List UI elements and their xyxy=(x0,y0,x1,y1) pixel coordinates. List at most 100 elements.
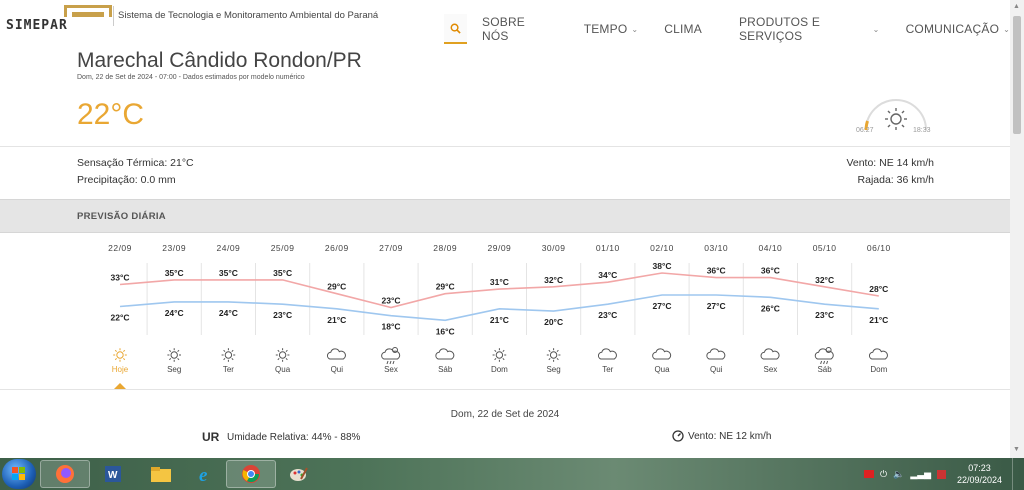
taskbar-ie[interactable]: e xyxy=(182,460,232,488)
flag-icon[interactable] xyxy=(864,470,874,478)
network-device-icon[interactable]: ⏻ xyxy=(880,469,887,480)
max-temp-label: 23°C xyxy=(382,296,401,306)
humidity-text: Umidade Relativa: 44% - 88% xyxy=(227,432,361,443)
max-temp-label: 32°C xyxy=(815,275,834,285)
show-desktop-button[interactable] xyxy=(1012,458,1024,490)
nav-tempo[interactable]: TEMPO ⌄ xyxy=(584,22,639,36)
tagline: Sistema de Tecnologia e Monitoramento Am… xyxy=(118,10,379,21)
scroll-down-icon[interactable]: ▼ xyxy=(1013,446,1020,453)
observation-subtitle: Dom, 22 de Set de 2024 - 07:00 - Dados e… xyxy=(77,74,305,81)
logo-separator xyxy=(113,6,114,26)
forecast-date: 05/10 xyxy=(813,243,837,253)
min-temp-label: 27°C xyxy=(653,301,672,311)
forecast-weekday: Seg xyxy=(167,365,181,374)
cloud-icon xyxy=(706,348,726,360)
precipitation: Precipitação: 0.0 mm xyxy=(77,174,176,186)
min-temp-label: 23°C xyxy=(273,310,292,320)
forecast-date: 30/09 xyxy=(542,243,566,253)
action-center-icon[interactable] xyxy=(937,469,947,479)
scroll-up-icon[interactable]: ▲ xyxy=(1013,3,1020,10)
min-temp-label: 20°C xyxy=(544,317,563,327)
wind: Vento: NE 14 km/h xyxy=(846,157,934,169)
forecast-weekday: Dom xyxy=(870,365,887,374)
nav-produtos-servicos[interactable]: PRODUTOS E SERVIÇOS ⌄ xyxy=(739,15,880,43)
taskbar-paint[interactable] xyxy=(274,460,324,488)
forecast-date: 29/09 xyxy=(488,243,512,253)
min-temp-label: 24°C xyxy=(219,308,238,318)
cloud-icon xyxy=(652,348,672,360)
forecast-weekday: Qui xyxy=(710,365,723,374)
forecast-title: PREVISÃO DIÁRIA xyxy=(77,211,166,222)
signal-icon[interactable]: ▂▃▅ xyxy=(910,469,931,480)
taskbar-firefox[interactable] xyxy=(40,460,90,488)
cloud-icon xyxy=(597,348,617,360)
humidity-label: UR xyxy=(202,430,220,444)
volume-icon[interactable]: 🔈 xyxy=(893,469,904,480)
forecast-date: 25/09 xyxy=(271,243,295,253)
max-temp-label: 29°C xyxy=(436,282,455,292)
max-temp-label: 31°C xyxy=(490,277,509,287)
sun-icon xyxy=(221,348,236,362)
nav-clima[interactable]: CLIMA xyxy=(664,22,702,36)
forecast-weekday: Sex xyxy=(384,365,398,374)
max-temp-label: 29°C xyxy=(327,282,346,292)
paint-icon xyxy=(290,467,308,481)
forecast-date: 02/10 xyxy=(650,243,674,253)
conditions-right: Vento: NE 14 km/h Rajada: 36 km/h xyxy=(846,155,934,189)
sun-path-widget: 06:27 18:33 xyxy=(856,94,936,136)
forecast-date: 06/10 xyxy=(867,243,891,253)
scroll-thumb[interactable] xyxy=(1013,16,1021,134)
divider xyxy=(0,146,1010,147)
nav-sobre-nos[interactable]: SOBRE NÓS xyxy=(482,15,547,43)
forecast-date: 04/10 xyxy=(759,243,783,253)
cloud-icon xyxy=(435,348,455,360)
forecast-weekday: Seg xyxy=(546,365,560,374)
sun-icon xyxy=(113,348,127,362)
page-scrollbar[interactable]: ▲ ▼ xyxy=(1010,0,1024,458)
forecast-date: 26/09 xyxy=(325,243,349,253)
taskbar-clock[interactable]: 07:23 22/09/2024 xyxy=(957,462,1002,486)
taskbar-chrome[interactable] xyxy=(226,460,276,488)
main-nav: SOBRE NÓS TEMPO ⌄ CLIMA PRODUTOS E SERVIÇ… xyxy=(444,14,1010,44)
search-icon xyxy=(450,23,461,34)
divider xyxy=(0,389,1010,390)
sunrise-time: 06:27 xyxy=(856,127,874,134)
simepar-logo[interactable]: SIMEPAR xyxy=(6,3,112,33)
min-temp-label: 21°C xyxy=(869,315,888,325)
rain-icon xyxy=(381,347,401,365)
nav-comunicacao[interactable]: COMUNICAÇÃO ⌄ xyxy=(906,22,1010,36)
forecast-date: 27/09 xyxy=(379,243,403,253)
nav-label: COMUNICAÇÃO xyxy=(905,22,1000,36)
forecast-date: 23/09 xyxy=(162,243,186,253)
min-temp-label: 21°C xyxy=(490,315,509,325)
windows-logo-icon xyxy=(12,467,25,480)
chrome-icon xyxy=(242,465,260,483)
max-temp-label: 36°C xyxy=(761,266,780,276)
detail-wind: Vento: NE 12 km/h xyxy=(672,430,771,442)
taskbar-word[interactable]: W xyxy=(88,460,138,488)
firefox-icon xyxy=(56,465,74,483)
min-temp-label: 24°C xyxy=(165,308,184,318)
start-button[interactable] xyxy=(2,459,36,489)
min-temp-label: 26°C xyxy=(761,303,780,313)
feels-like: Sensação Térmica: 21°C xyxy=(77,157,194,169)
min-temp-label: 16°C xyxy=(436,326,455,336)
taskbar-explorer[interactable] xyxy=(136,460,186,488)
search-button[interactable] xyxy=(444,14,467,44)
chevron-down-icon: ⌄ xyxy=(631,24,639,34)
city-title: Marechal Cândido Rondon/PR xyxy=(77,49,362,72)
min-temp-label: 22°C xyxy=(111,313,130,323)
sunset-time: 18:33 xyxy=(913,127,931,134)
nav-label: TEMPO xyxy=(583,22,628,36)
logo-text: SIMEPAR xyxy=(6,18,68,33)
forecast-date: 24/09 xyxy=(217,243,241,253)
forecast-weekday: Ter xyxy=(223,365,234,374)
sun-icon xyxy=(492,348,507,362)
forecast-date: 22/09 xyxy=(108,243,132,253)
max-temp-label: 36°C xyxy=(707,266,726,276)
detail-date: Dom, 22 de Set de 2024 xyxy=(450,409,560,420)
forecast-weekday: Dom xyxy=(491,365,508,374)
logo-mark-inner xyxy=(72,12,104,17)
forecast-weekday: Qui xyxy=(331,365,344,374)
max-temp-label: 35°C xyxy=(219,268,238,278)
